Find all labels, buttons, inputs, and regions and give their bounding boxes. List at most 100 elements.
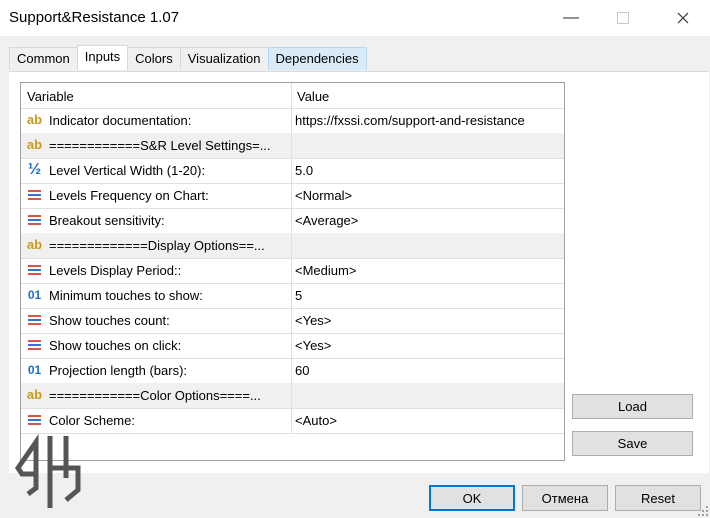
value-text: <Yes> xyxy=(295,313,332,328)
close-icon xyxy=(677,12,689,24)
variable-cell[interactable]: ½ Level Vertical Width (1-20): xyxy=(21,158,292,183)
list-icon xyxy=(26,337,43,353)
ok-button[interactable]: OK xyxy=(429,485,515,511)
variable-label: Level Vertical Width (1-20): xyxy=(49,163,206,178)
window-title: Support&Resistance 1.07 xyxy=(9,9,180,26)
variable-label: ============S&R Level Settings=... xyxy=(49,138,271,153)
input-row[interactable]: Show touches count: <Yes> xyxy=(21,308,564,334)
variable-label: Breakout sensitivity: xyxy=(49,213,165,228)
value-cell[interactable]: <Medium> xyxy=(292,258,564,283)
value-text: 5.0 xyxy=(295,163,314,178)
value-text: 60 xyxy=(295,363,310,378)
value-cell[interactable]: <Normal> xyxy=(292,183,564,208)
tab-visualization[interactable]: Visualization xyxy=(179,47,269,70)
section-row[interactable]: ab =============Display Options==... xyxy=(21,233,564,259)
minimize-button[interactable]: — xyxy=(548,0,594,36)
load-button[interactable]: Load xyxy=(572,394,693,419)
value-cell[interactable] xyxy=(292,233,564,258)
variable-label: Color Scheme: xyxy=(49,413,135,428)
tab-inputs[interactable]: Inputs xyxy=(76,45,129,70)
inputs-grid: Variable Value ab Indicator documentation… xyxy=(20,82,565,461)
variable-cell[interactable]: Breakout sensitivity: xyxy=(21,208,292,233)
variable-label: Levels Frequency on Chart: xyxy=(49,188,209,203)
value-cell[interactable]: <Average> xyxy=(292,208,564,233)
variable-cell[interactable]: Show touches count: xyxy=(21,308,292,333)
header-value-cell[interactable]: Value xyxy=(292,83,564,108)
tab-common[interactable]: Common xyxy=(9,47,78,70)
section-row[interactable]: ab ============Color Options====... xyxy=(21,383,564,409)
value-cell[interactable]: https://fxssi.com/support-and-resistance xyxy=(292,108,564,133)
variable-label: Minimum touches to show: xyxy=(49,288,203,303)
list-icon xyxy=(26,412,43,428)
tab-strip: Common Inputs Colors Visualization Depen… xyxy=(9,45,367,71)
reset-button[interactable]: Reset xyxy=(615,485,701,511)
variable-label: Levels Display Period:: xyxy=(49,263,182,278)
value-cell[interactable]: <Yes> xyxy=(292,308,564,333)
input-row[interactable]: 01 Minimum touches to show: 5 xyxy=(21,283,564,309)
list-icon xyxy=(26,312,43,328)
value-text: <Yes> xyxy=(295,338,332,353)
variable-label: Projection length (bars): xyxy=(49,363,188,378)
value-text: <Normal> xyxy=(295,188,353,203)
variable-cell[interactable]: ab Indicator documentation: xyxy=(21,108,292,133)
value-cell[interactable]: 60 xyxy=(292,358,564,383)
tab-colors[interactable]: Colors xyxy=(127,47,181,70)
maximize-button xyxy=(600,0,646,36)
header-variable: Variable xyxy=(27,89,74,104)
variable-cell[interactable]: ab ============S&R Level Settings=... xyxy=(21,133,292,158)
integer-icon: 01 xyxy=(27,288,42,302)
variable-cell[interactable]: Show touches on click: xyxy=(21,333,292,358)
ab-icon: ab xyxy=(26,137,43,152)
list-icon xyxy=(26,187,43,203)
input-row[interactable]: Levels Display Period:: <Medium> xyxy=(21,258,564,284)
header-variable-cell[interactable]: Variable xyxy=(21,83,292,108)
value-cell[interactable]: <Auto> xyxy=(292,408,564,433)
value-text: https://fxssi.com/support-and-resistance xyxy=(295,113,525,128)
input-row[interactable]: Show touches on click: <Yes> xyxy=(21,333,564,359)
watermark-logo xyxy=(14,433,81,508)
value-cell[interactable] xyxy=(292,383,564,408)
value-cell[interactable]: 5 xyxy=(292,283,564,308)
variable-cell[interactable]: 01 Projection length (bars): xyxy=(21,358,292,383)
section-row[interactable]: ab ============S&R Level Settings=... xyxy=(21,133,564,159)
resize-grip[interactable] xyxy=(698,506,708,516)
variable-label: Show touches count: xyxy=(49,313,170,328)
value-text: <Auto> xyxy=(295,413,337,428)
variable-cell[interactable]: 01 Minimum touches to show: xyxy=(21,283,292,308)
variable-label: =============Display Options==... xyxy=(49,238,265,253)
variable-cell[interactable]: ab ============Color Options====... xyxy=(21,383,292,408)
variable-cell[interactable]: Levels Display Period:: xyxy=(21,258,292,283)
variable-label: Show touches on click: xyxy=(49,338,182,353)
header-value: Value xyxy=(297,89,330,104)
input-row[interactable]: Color Scheme: <Auto> xyxy=(21,408,564,434)
maximize-icon xyxy=(617,12,629,24)
input-row[interactable]: ab Indicator documentation: https://fxssi.… xyxy=(21,108,564,134)
tab-dependencies[interactable]: Dependencies xyxy=(267,47,367,70)
list-icon xyxy=(26,262,43,278)
input-row[interactable]: Breakout sensitivity: <Average> xyxy=(21,208,564,234)
ab-icon: ab xyxy=(26,237,43,252)
cancel-button[interactable]: Отмена xyxy=(522,485,608,511)
value-text: <Medium> xyxy=(295,263,357,278)
minimize-icon: — xyxy=(563,9,579,26)
value-cell[interactable] xyxy=(292,133,564,158)
list-icon xyxy=(26,212,43,228)
input-row[interactable]: Levels Frequency on Chart: <Normal> xyxy=(21,183,564,209)
value-cell[interactable]: 5.0 xyxy=(292,158,564,183)
save-button[interactable]: Save xyxy=(572,431,693,456)
variable-cell[interactable]: Levels Frequency on Chart: xyxy=(21,183,292,208)
integer-icon: 01 xyxy=(27,363,42,377)
variable-label: ============Color Options====... xyxy=(49,388,261,403)
ab-icon: ab xyxy=(26,112,43,127)
grid-header: Variable Value xyxy=(21,83,564,109)
variable-cell[interactable]: ab =============Display Options==... xyxy=(21,233,292,258)
ab-icon: ab xyxy=(26,387,43,402)
value-text: 5 xyxy=(295,288,303,303)
input-row[interactable]: ½ Level Vertical Width (1-20): 5.0 xyxy=(21,158,564,184)
value-cell[interactable]: <Yes> xyxy=(292,333,564,358)
fraction-icon: ½ xyxy=(27,161,42,178)
close-button[interactable] xyxy=(660,0,706,36)
title-bar: Support&Resistance 1.07 — xyxy=(0,0,710,36)
variable-label: Indicator documentation: xyxy=(49,113,192,128)
input-row[interactable]: 01 Projection length (bars): 60 xyxy=(21,358,564,384)
